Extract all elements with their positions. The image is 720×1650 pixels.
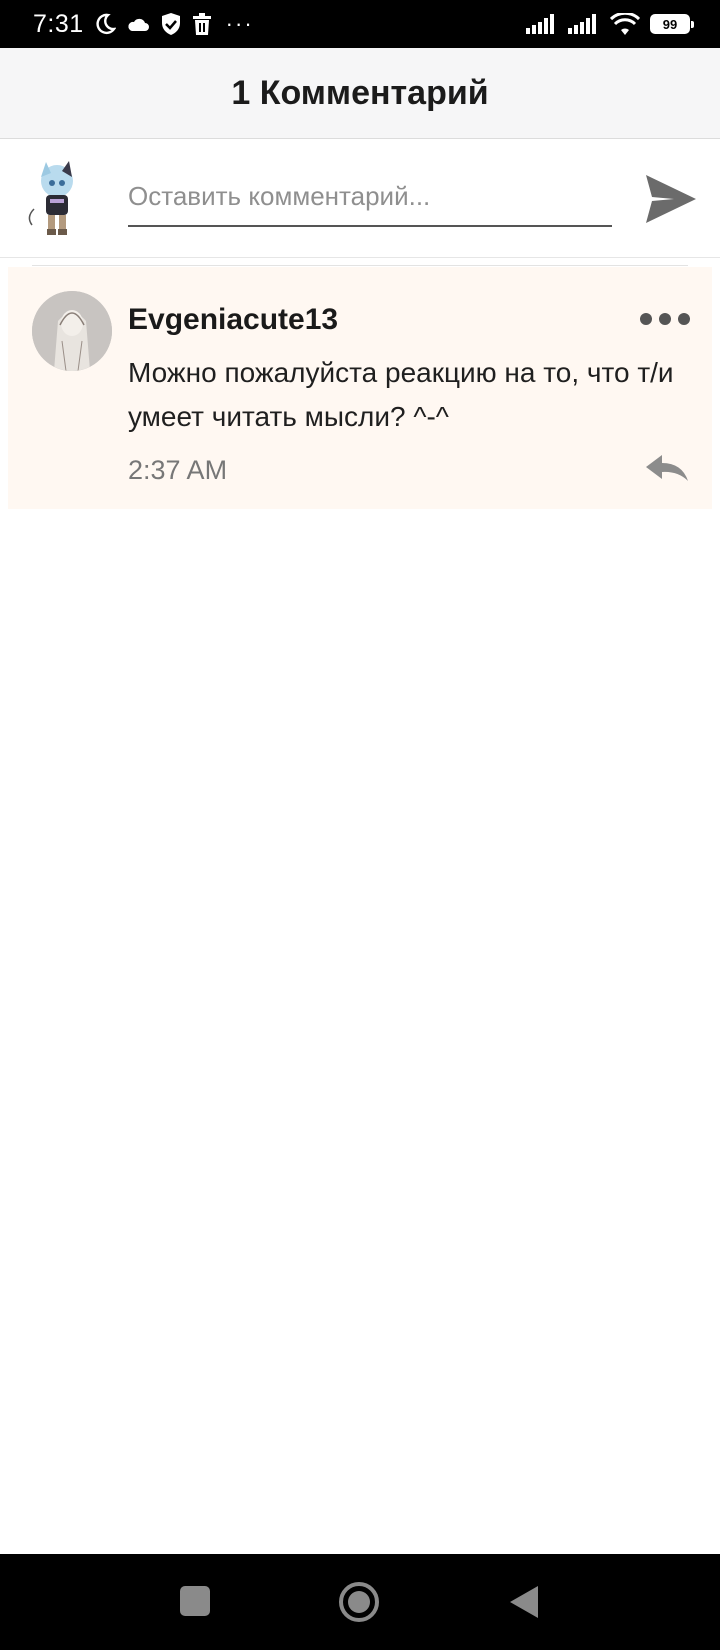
more-dot xyxy=(659,313,671,325)
signal-icon xyxy=(526,14,558,34)
status-bar: 7:31 ··· 99 xyxy=(0,0,720,48)
avatar[interactable] xyxy=(32,291,112,371)
more-options-button[interactable] xyxy=(640,309,690,329)
signal-icon xyxy=(568,14,600,34)
recent-apps-button[interactable] xyxy=(180,1586,210,1616)
cloud-icon xyxy=(126,15,150,33)
battery-icon: 99 xyxy=(650,14,694,34)
comment-input[interactable] xyxy=(128,167,612,225)
more-dot xyxy=(678,313,690,325)
home-icon xyxy=(348,1591,370,1613)
wifi-icon xyxy=(610,13,640,35)
more-dot xyxy=(640,313,652,325)
list-item: Evgeniacute13 Можно пожалуйста реакцию н… xyxy=(8,267,712,509)
page-title: 1 Комментарий xyxy=(231,73,489,112)
navigation-bar xyxy=(0,1554,720,1650)
status-bar-left: 7:31 ··· xyxy=(33,10,254,39)
avatar xyxy=(24,159,86,239)
send-button[interactable] xyxy=(640,169,702,229)
shield-icon xyxy=(160,12,182,36)
reply-button[interactable] xyxy=(644,451,690,487)
send-icon xyxy=(646,175,696,223)
back-icon xyxy=(510,1586,538,1618)
trash-icon xyxy=(192,13,212,35)
comments-header: 1 Комментарий xyxy=(0,48,720,139)
home-button[interactable] xyxy=(339,1582,379,1622)
reply-icon xyxy=(646,455,688,481)
more-notifications-icon: ··· xyxy=(225,11,254,36)
comment-input-wrap xyxy=(128,167,612,227)
status-bar-right: 99 xyxy=(526,13,694,35)
comment-text: Можно пожалуйста реакцию на то, что т/и … xyxy=(128,357,674,432)
comment-timestamp: 2:37 AM xyxy=(128,455,228,485)
comment-composer xyxy=(0,139,720,258)
status-time: 7:31 xyxy=(33,9,84,38)
comment-author[interactable]: Evgeniacute13 xyxy=(128,303,338,337)
divider xyxy=(32,265,688,266)
moon-icon xyxy=(94,13,116,35)
back-button[interactable] xyxy=(508,1584,540,1625)
